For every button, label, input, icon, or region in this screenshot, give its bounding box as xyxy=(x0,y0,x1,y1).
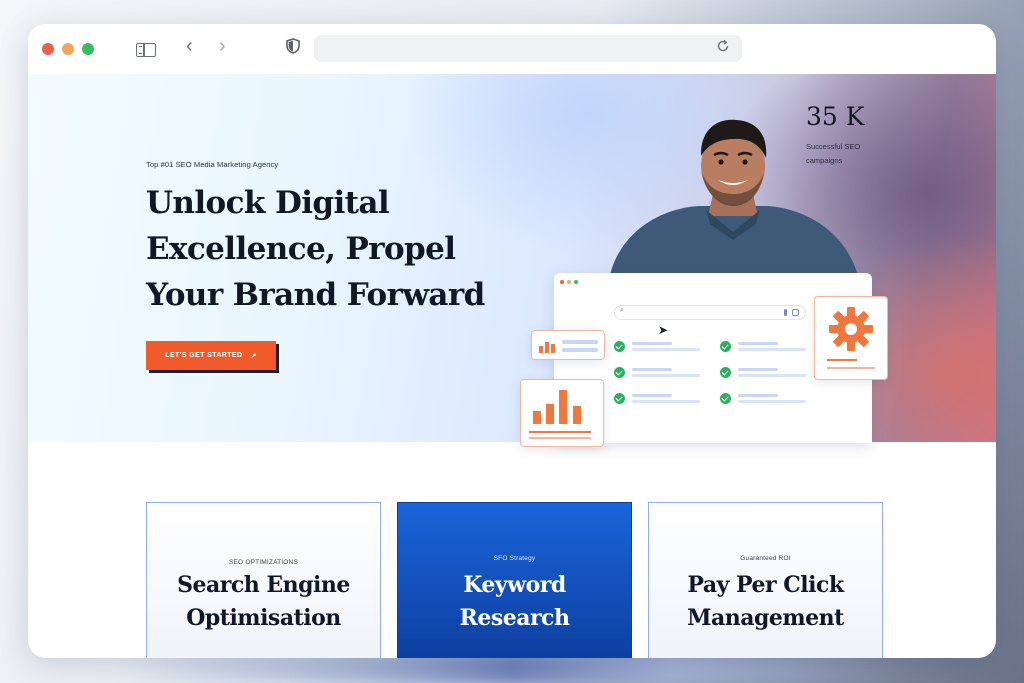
check-icon xyxy=(720,341,731,352)
result-line xyxy=(738,400,806,403)
reload-icon[interactable] xyxy=(716,39,730,57)
hero-title: Unlock Digital Excellence, Propel Your B… xyxy=(146,180,506,318)
result-line xyxy=(738,342,778,345)
bar-chart-icon xyxy=(529,390,591,439)
result-line xyxy=(632,368,672,371)
service-kicker: SFO Strategy xyxy=(493,555,536,562)
mock-search-bar: ⌕ xyxy=(614,305,806,320)
hero-title-line: Unlock Digital xyxy=(146,185,390,221)
address-bar[interactable] xyxy=(314,35,742,62)
service-title: Search Engine Optimisation xyxy=(147,569,380,635)
hero-title-line: Excellence, Propel xyxy=(146,231,456,267)
result-line xyxy=(738,394,778,397)
result-line xyxy=(738,348,806,351)
check-icon xyxy=(614,367,625,378)
search-icon: ⌕ xyxy=(620,307,624,314)
settings-card xyxy=(814,296,888,380)
service-kicker: Guaranteed ROI xyxy=(740,555,791,562)
close-window-button[interactable] xyxy=(42,43,54,55)
service-title-line: Research xyxy=(459,605,570,631)
hero-title-line: Your Brand Forward xyxy=(146,277,485,313)
analytics-card xyxy=(520,379,604,447)
service-title: Keyword Research xyxy=(398,569,631,635)
url-input[interactable] xyxy=(314,35,694,62)
service-title-line: Management xyxy=(687,605,844,631)
forward-icon[interactable]: › xyxy=(219,36,226,56)
check-icon xyxy=(614,341,625,352)
result-line xyxy=(632,400,700,403)
result-line xyxy=(632,374,700,377)
back-icon[interactable]: ‹ xyxy=(186,36,193,56)
minimize-window-button[interactable] xyxy=(62,43,74,55)
service-title-line: Search Engine xyxy=(177,572,350,598)
arrow-up-right-icon: ↗ xyxy=(250,352,257,360)
service-card-keyword-research[interactable]: SFO Strategy Keyword Research xyxy=(397,502,632,658)
gear-icon xyxy=(827,307,875,369)
service-title: Pay Per Click Management xyxy=(649,569,882,635)
result-line xyxy=(632,394,672,397)
result-line xyxy=(632,348,700,351)
get-started-button[interactable]: LET'S GET STARTED ↗ xyxy=(146,341,276,370)
browser-toolbar: ‹ › xyxy=(28,24,996,74)
service-title-line: Keyword xyxy=(463,572,566,598)
bar-chart-icon xyxy=(539,340,598,353)
service-title-line: Pay Per Click xyxy=(687,572,844,598)
service-card-ppc[interactable]: Guaranteed ROI Pay Per Click Management xyxy=(648,502,883,658)
hero-eyebrow: Top #01 SEO Media Marketing Agency xyxy=(146,160,279,169)
get-started-label: LET'S GET STARTED xyxy=(165,352,243,359)
result-line xyxy=(632,342,672,345)
mini-chart-card xyxy=(531,330,605,360)
services-row: SEO OPTIMIZATIONS Search Engine Optimisa… xyxy=(146,502,883,658)
service-kicker: SEO OPTIMIZATIONS xyxy=(228,559,298,566)
check-icon xyxy=(720,393,731,404)
hero-section: Top #01 SEO Media Marketing Agency Unloc… xyxy=(28,74,996,447)
shield-icon[interactable] xyxy=(286,38,300,59)
service-title-line: Optimisation xyxy=(186,605,341,631)
result-line xyxy=(738,368,778,371)
sidebar-icon[interactable] xyxy=(136,43,156,57)
maximize-window-button[interactable] xyxy=(82,43,94,55)
check-icon xyxy=(720,367,731,378)
browser-window: ‹ › Top #01 SEO Media Marketing Agency U… xyxy=(28,24,996,658)
camera-icon xyxy=(792,309,799,316)
check-icon xyxy=(614,393,625,404)
result-line xyxy=(738,374,806,377)
cursor-icon: ➤ xyxy=(658,323,669,337)
service-card-seo[interactable]: SEO OPTIMIZATIONS Search Engine Optimisa… xyxy=(146,502,381,658)
mic-icon xyxy=(784,309,787,316)
